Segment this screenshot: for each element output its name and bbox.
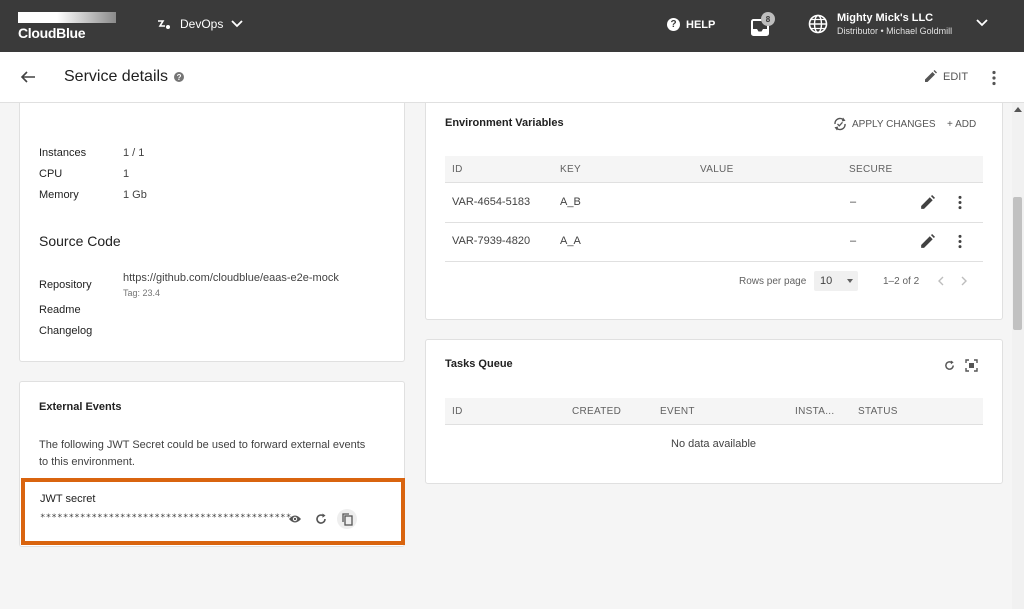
env-row-1-key: A_B	[560, 196, 581, 208]
tasks-empty-message: No data available	[671, 438, 757, 450]
env-col-value: VALUE	[700, 164, 734, 175]
env-col-secure: SECURE	[849, 164, 893, 175]
help-icon: ?	[667, 18, 680, 31]
page-title-text: Service details	[64, 68, 169, 85]
cloudblue-logo[interactable]: CloudBlue	[18, 12, 116, 41]
memory-label: Memory	[39, 189, 79, 201]
back-arrow-icon[interactable]	[20, 69, 36, 85]
add-variable-button[interactable]: + ADD	[947, 119, 976, 130]
instances-label: Instances	[39, 147, 87, 159]
tasks-col-id: ID	[452, 406, 463, 417]
memory-value: 1 Gb	[123, 189, 147, 201]
top-bar: CloudBlue DevOps ? HELP 8 Mighty Mick's …	[0, 0, 1024, 52]
show-secret-button[interactable]	[285, 509, 305, 529]
logo-bar	[18, 12, 116, 23]
env-row-2-id: VAR-7939-4820	[452, 235, 531, 247]
env-row-2-key: A_A	[560, 235, 581, 247]
external-events-title: External Events	[39, 401, 122, 413]
sync-icon	[834, 117, 846, 131]
pagination-range: 1–2 of 2	[883, 276, 920, 287]
edit-button[interactable]: EDIT	[924, 70, 968, 83]
notifications-badge: 8	[761, 12, 775, 26]
page-title: Service details ?	[64, 68, 185, 86]
tasks-queue-title: Tasks Queue	[445, 358, 513, 370]
repository-tag: Tag: 23.4	[123, 288, 161, 298]
environment-variables-card	[425, 103, 1003, 320]
account-role: Distributor • Michael Goldmill	[837, 26, 953, 36]
tasks-col-event: EVENT	[660, 406, 695, 417]
refresh-icon	[316, 513, 326, 524]
row-1-more-icon[interactable]	[956, 195, 964, 210]
more-vertical-icon[interactable]	[990, 70, 998, 86]
jwt-secret-actions	[285, 509, 357, 529]
rows-per-page-label: Rows per page	[739, 276, 807, 287]
env-col-id: ID	[452, 164, 463, 175]
refresh-tasks-icon[interactable]	[944, 360, 955, 371]
env-row-divider	[445, 222, 983, 223]
tasks-col-instance: INSTA...	[795, 406, 835, 417]
rows-per-page-value: 10	[820, 275, 833, 287]
next-page-icon[interactable]	[960, 276, 968, 286]
globe-icon	[808, 14, 828, 34]
environment-variables-title: Environment Variables	[445, 117, 564, 129]
chevron-down-icon	[231, 20, 243, 28]
fullscreen-icon[interactable]	[965, 359, 978, 372]
add-variable-label: + ADD	[947, 119, 977, 130]
help-small-icon[interactable]: ?	[174, 72, 185, 82]
source-code-title: Source Code	[39, 233, 121, 249]
env-row-1-id: VAR-4654-5183	[452, 196, 531, 208]
copy-icon	[341, 512, 353, 526]
edit-label: EDIT	[943, 70, 969, 83]
scroll-up-arrow-icon[interactable]	[1014, 107, 1022, 112]
copy-secret-button[interactable]	[337, 509, 357, 529]
rows-per-page-select[interactable]: 10	[814, 271, 858, 291]
env-row-1-secure: –	[850, 196, 857, 208]
edit-row-1-icon[interactable]	[920, 195, 935, 210]
logo-text: CloudBlue	[18, 25, 86, 41]
tasks-table-header	[445, 398, 983, 425]
cpu-value: 1	[123, 168, 130, 180]
account-switcher[interactable]: Mighty Mick's LLC Distributor • Michael …	[808, 12, 952, 36]
regenerate-secret-button[interactable]	[311, 509, 331, 529]
apply-changes-label: APPLY CHANGES	[852, 118, 936, 130]
row-2-more-icon[interactable]	[956, 234, 964, 249]
tasks-col-created: CREATED	[572, 406, 622, 417]
repository-link[interactable]: https://github.com/cloudblue/eaas-e2e-mo…	[123, 272, 339, 284]
jwt-secret-value: ****************************************…	[40, 513, 292, 523]
external-events-description-2: to this environment.	[39, 456, 135, 468]
eye-icon	[289, 515, 301, 523]
jwt-secret-highlight: JWT secret *****************************…	[21, 478, 405, 545]
app-switcher[interactable]: DevOps	[156, 17, 243, 31]
notifications-button[interactable]: 8	[750, 12, 775, 38]
caret-down-icon	[847, 279, 853, 283]
cpu-label: CPU	[39, 168, 63, 180]
help-label: HELP	[686, 18, 716, 31]
app-name: DevOps	[180, 17, 224, 31]
prev-page-icon[interactable]	[937, 276, 945, 286]
jwt-secret-label: JWT secret	[40, 493, 96, 505]
apply-changes-button[interactable]: APPLY CHANGES	[832, 116, 936, 132]
account-name: Mighty Mick's LLC	[837, 12, 934, 24]
edit-row-2-icon[interactable]	[920, 234, 935, 249]
page-scrollbar-track[interactable]	[1012, 103, 1024, 609]
repository-label: Repository	[39, 279, 92, 291]
page-scrollbar-thumb[interactable]	[1013, 197, 1022, 330]
changelog-link[interactable]: Changelog	[39, 325, 92, 337]
pencil-icon	[925, 70, 937, 82]
account-text: Mighty Mick's LLC Distributor • Michael …	[837, 12, 952, 36]
env-col-key: KEY	[560, 164, 581, 175]
tasks-col-status: STATUS	[858, 406, 898, 417]
account-chevron-down-icon[interactable]	[976, 19, 988, 27]
env-row-2-secure: –	[850, 235, 857, 247]
readme-link[interactable]: Readme	[39, 304, 81, 316]
external-events-description-1: The following JWT Secret could be used t…	[39, 439, 366, 451]
env-row-divider	[445, 261, 983, 262]
instances-value: 1 / 1	[123, 147, 145, 159]
page-header: Service details ? EDIT	[0, 52, 1024, 103]
devops-icon	[158, 20, 170, 29]
help-button[interactable]: ? HELP	[667, 18, 715, 31]
